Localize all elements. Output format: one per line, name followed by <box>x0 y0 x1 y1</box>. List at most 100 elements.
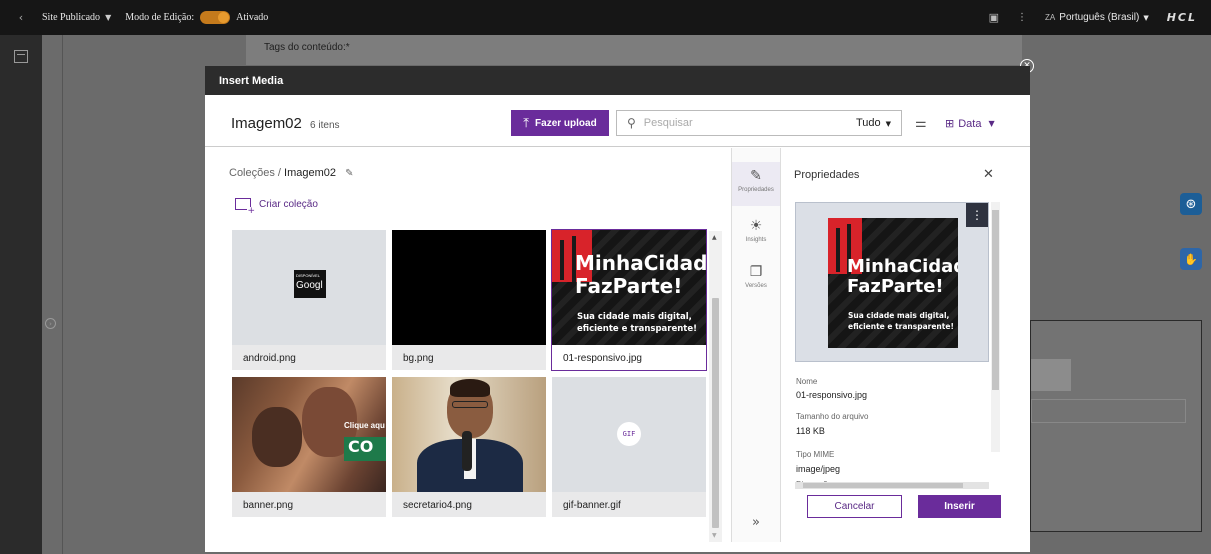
poster-title: MinhaCidad <box>575 251 706 275</box>
versions-icon: ❐ <box>749 264 763 280</box>
scroll-down-icon[interactable]: ▼ <box>712 532 717 539</box>
media-card-secretario[interactable]: secretario4.png <box>392 377 546 517</box>
media-card-responsivo-selected[interactable]: MinhaCidad FazParte! Sua cidade mais dig… <box>551 229 707 371</box>
background-block <box>1031 359 1071 391</box>
chevron-down-icon: ▼ <box>105 13 112 22</box>
name-value: 01-responsivo.jpg <box>796 390 868 400</box>
properties-horizontal-scrollbar[interactable] <box>795 482 989 489</box>
media-name: android.png <box>243 353 296 364</box>
panel-toggle-icon[interactable] <box>14 50 28 63</box>
chevron-down-icon: ▼ <box>1143 13 1149 22</box>
breadcrumb-separator: / <box>277 167 281 179</box>
language-selector[interactable]: ZA Português (Brasil) ▼ <box>1045 12 1149 23</box>
accessibility-icon[interactable]: ⊛ <box>1180 193 1202 215</box>
properties-panel: Propriedades ✕ MinhaCidad FazParte! Sua … <box>782 148 1020 542</box>
top-bar: ‹ Site Publicado ▼ Modo de Edição: Ativa… <box>0 0 1211 35</box>
poster-subtitle: eficiente e transparente! <box>577 324 697 334</box>
item-count: 6 itens <box>310 120 340 131</box>
wrench-icon: ✎ <box>750 168 762 184</box>
breadcrumb-root[interactable]: Coleções <box>229 167 275 179</box>
preview-image: MinhaCidad FazParte! Sua cidade mais dig… <box>828 218 958 348</box>
content-tags-label: Tags do conteúdo:* <box>264 42 350 53</box>
background-content: Tags do conteúdo:* <box>246 35 1022 65</box>
chevron-down-icon: ▼ <box>988 119 995 128</box>
grid-view-icon: ⊞ <box>945 117 955 130</box>
modal-toolbar: Imagem02 6 itens ⤒ Fazer upload ⚲ Pesqui… <box>205 95 1030 147</box>
thumbnail-text: CO <box>344 437 386 461</box>
thumbnail-art: DISPONÍVEL Googl <box>294 270 326 298</box>
thumbnail-text: DISPONÍVEL <box>296 273 321 278</box>
media-card-bg[interactable]: bg.png <box>392 230 546 370</box>
filter-dropdown[interactable]: Tudo ▼ <box>856 117 891 129</box>
close-icon[interactable]: ✕ <box>983 167 994 182</box>
scroll-up-icon[interactable]: ▲ <box>712 234 717 241</box>
chevron-down-icon: ▼ <box>885 120 891 128</box>
poster-title: FazParte! <box>847 276 944 297</box>
scrollbar-thumb[interactable] <box>803 483 963 488</box>
back-icon[interactable]: ‹ <box>0 11 42 24</box>
thumbnail-text: Clique aqu <box>344 421 385 430</box>
expand-circle-icon[interactable]: › <box>45 318 56 329</box>
left-rail <box>0 35 42 554</box>
search-bar: ⚲ Pesquisar Tudo ▼ <box>616 110 902 136</box>
more-vertical-icon[interactable]: ⋮ <box>1017 12 1027 23</box>
scrollbar-thumb[interactable] <box>992 210 999 390</box>
properties-scrollbar[interactable] <box>991 202 1000 452</box>
upload-button-label: Fazer upload <box>535 117 597 129</box>
create-collection-label: Criar coleção <box>259 198 318 210</box>
media-thumbnail: MinhaCidad FazParte! Sua cidade mais dig… <box>552 230 706 345</box>
siderail-properties[interactable]: ✎ Propriedades <box>732 162 780 206</box>
scrollbar-thumb[interactable] <box>712 298 719 528</box>
edit-icon[interactable]: ✎ <box>345 168 353 179</box>
siderail-versions-label: Versões <box>745 283 767 289</box>
size-value: 118 KB <box>796 426 825 436</box>
media-grid-scrollbar[interactable]: ▲ ▼ <box>709 231 722 542</box>
modal-title: Insert Media <box>205 66 1030 95</box>
side-rail: ✎ Propriedades ☀ Insights ❐ Versões » <box>731 148 781 542</box>
filter-sliders-icon[interactable]: ⚌ <box>915 116 927 131</box>
breadcrumb-current: Imagem02 <box>284 167 337 179</box>
divider <box>62 35 63 554</box>
folder-plus-icon <box>235 198 255 216</box>
expand-panel-icon[interactable]: » <box>732 515 780 530</box>
search-input[interactable]: Pesquisar <box>644 117 856 129</box>
name-label: Nome <box>796 377 818 386</box>
edit-mode: Modo de Edição: Ativado <box>125 11 268 24</box>
media-name: 01-responsivo.jpg <box>552 345 706 370</box>
sort-label: Data <box>958 117 982 130</box>
collection-title-text: Imagem02 <box>231 115 302 132</box>
background-panel <box>1030 320 1202 532</box>
thumbnail-text: Googl <box>296 280 323 291</box>
insert-media-modal: Insert Media Imagem02 6 itens ⤒ Fazer up… <box>205 66 1030 552</box>
poster-subtitle: eficiente e transparente! <box>848 322 954 331</box>
media-card-banner[interactable]: Clique aqu CO banner.png <box>232 377 386 517</box>
cancel-button[interactable]: Cancelar <box>807 495 902 518</box>
upload-button[interactable]: ⤒ Fazer upload <box>511 110 609 136</box>
insert-button[interactable]: Inserir <box>918 495 1001 518</box>
media-name: banner.png <box>243 500 294 511</box>
translate-icon: ZA <box>1045 13 1056 22</box>
siderail-insights-label: Insights <box>745 237 767 243</box>
media-card-gif-banner[interactable]: GIF gif-banner.gif <box>552 377 706 517</box>
siderail-versions[interactable]: ❐ Versões <box>732 264 780 289</box>
site-selector[interactable]: Site Publicado ▼ <box>42 12 111 23</box>
sort-dropdown[interactable]: ⊞ Data ▼ <box>945 117 995 130</box>
edit-mode-toggle[interactable] <box>200 11 231 24</box>
media-name: bg.png <box>403 353 434 364</box>
siderail-insights[interactable]: ☀ Insights <box>732 218 780 243</box>
language-label: Português (Brasil) <box>1059 12 1140 23</box>
mime-value: image/jpeg <box>796 464 841 474</box>
create-collection-button[interactable]: Criar coleção <box>235 198 318 216</box>
mime-label: Tipo MIME <box>796 450 835 459</box>
more-vertical-icon[interactable]: ⋮ <box>966 203 988 227</box>
siderail-properties-label: Propriedades <box>738 187 774 193</box>
media-name: secretario4.png <box>403 500 472 511</box>
collection-title: Imagem02 6 itens <box>231 115 340 132</box>
poster-subtitle: Sua cidade mais digital, <box>577 312 692 322</box>
media-card-android[interactable]: DISPONÍVEL Googl android.png <box>232 230 386 370</box>
calendar-icon[interactable]: ▣ <box>989 11 999 24</box>
sign-language-icon[interactable]: ✋ <box>1180 248 1202 270</box>
media-thumbnail: Clique aqu CO <box>232 377 386 492</box>
poster-subtitle: Sua cidade mais digital, <box>848 311 950 320</box>
hcl-logo: HCL <box>1166 11 1197 24</box>
